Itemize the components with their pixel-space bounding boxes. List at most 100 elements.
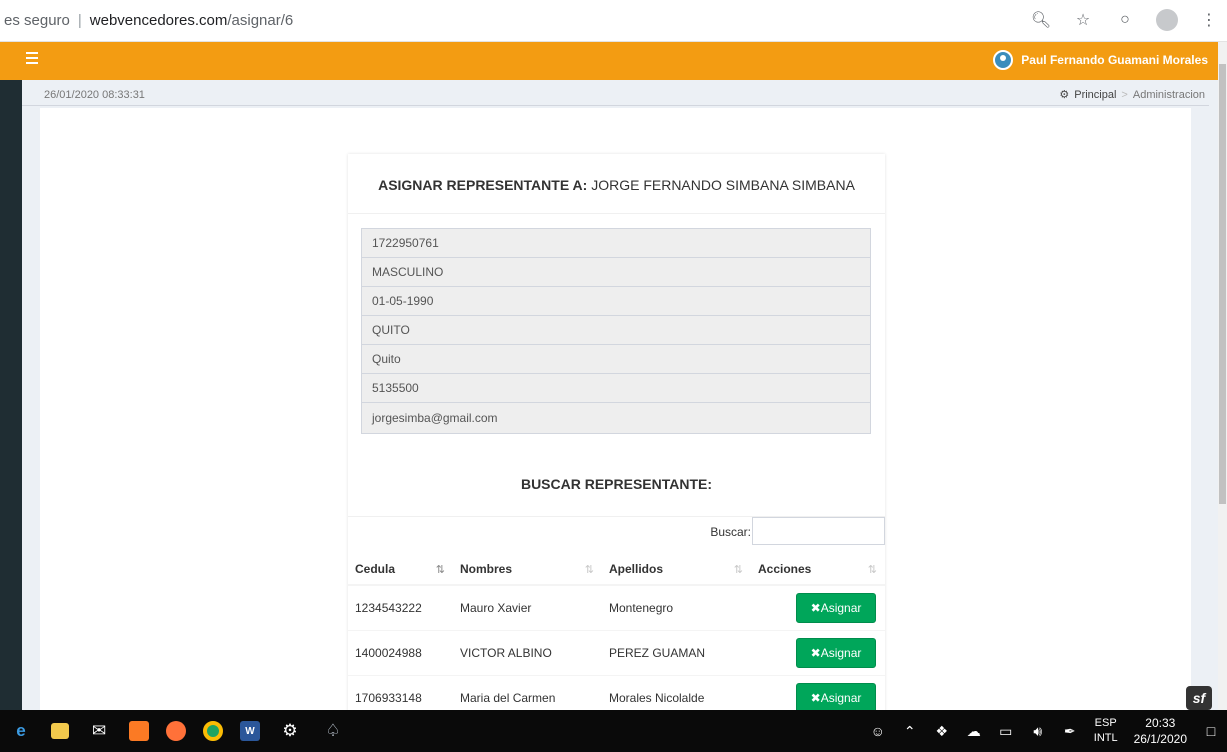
search-title: BUSCAR REPRESENTANTE:	[520, 476, 713, 492]
breadcrumb: ⚙ Principal > Administracion	[1059, 88, 1205, 102]
breadcrumb-separator: >	[1121, 88, 1128, 101]
asignar-button-label: Asignar	[820, 600, 862, 615]
cell-acciones: ✖Asignar	[751, 629, 885, 675]
cell-cedula: 1234543222	[348, 584, 453, 630]
handshake-icon: ✖	[810, 600, 821, 615]
sort-icon[interactable]: ⇅	[585, 563, 594, 576]
column-acciones[interactable]: Acciones ⇅	[751, 554, 885, 586]
asignar-button-label: Asignar	[820, 645, 862, 660]
star-icon[interactable]: ☆	[1071, 8, 1095, 32]
clock-time: 20:33	[1145, 716, 1176, 730]
asignar-button[interactable]: ✖Asignar	[796, 682, 876, 713]
sidebar-collapsed	[0, 80, 22, 710]
chrome-icon[interactable]	[203, 721, 223, 741]
handshake-icon: ✖	[810, 645, 821, 660]
dropbox-icon[interactable]: ❖	[934, 723, 950, 740]
paint-icon[interactable]: ♤	[320, 718, 346, 744]
card-title-name: JORGE FERNANDO SIMBANA SIMBANA	[591, 177, 855, 193]
file-explorer-icon[interactable]	[51, 723, 69, 739]
column-nombres-label: Nombres	[460, 562, 513, 576]
app-header: Paul Fernando Guamani Morales	[0, 42, 1218, 80]
scrollbar-thumb[interactable]	[1219, 64, 1226, 504]
language-bottom: INTL	[1093, 732, 1118, 744]
page-scrollbar[interactable]	[1218, 42, 1227, 710]
breadcrumb-principal[interactable]: Principal	[1074, 89, 1116, 101]
field-telefono: 5135500	[361, 373, 871, 403]
dashboard-icon: ⚙	[1059, 89, 1070, 101]
volume-icon[interactable]: 🔊︎	[1030, 723, 1046, 740]
battery-icon[interactable]: ▭	[998, 723, 1014, 740]
column-nombres[interactable]: Nombres ⇅	[453, 554, 602, 586]
sort-icon[interactable]: ⇅	[868, 563, 877, 576]
profile-icon[interactable]	[1155, 8, 1179, 32]
asignar-button[interactable]: ✖Asignar	[796, 592, 876, 623]
user-name: Paul Fernando Guamani Morales	[1021, 53, 1208, 67]
cell-nombres: Mauro Xavier	[453, 584, 602, 630]
table-row: 1234543222 Mauro Xavier Montenegro ✖Asig…	[348, 584, 885, 630]
person-fields: 1722950761 MASCULINO 01-05-1990 QUITO Qu…	[361, 228, 871, 434]
card-title-label: ASIGNAR REPRESENTANTE A:	[378, 177, 588, 193]
word-icon[interactable]: W	[240, 721, 260, 741]
cell-apellidos: PEREZ GUAMAN	[602, 629, 751, 675]
card-title: ASIGNAR REPRESENTANTE A: JORGE FERNANDO …	[348, 154, 885, 214]
hamburger-icon[interactable]	[26, 52, 38, 64]
column-apellidos-label: Apellidos	[609, 562, 664, 576]
field-email: jorgesimba@gmail.com	[361, 402, 871, 434]
representatives-table: Cedula ⇅ Nombres ⇅ Apellidos ⇅ Acciones ⇅ 12…	[348, 554, 885, 720]
search-input[interactable]	[752, 517, 885, 545]
sort-asc-icon[interactable]: ⇅	[436, 563, 445, 576]
windows-taskbar: e ✉ W ⚙ ♤ ☺ ⌃ ❖ ☁ ▭ 🔊︎ ✒ ESP INTL 20:33 …	[0, 710, 1227, 752]
clock[interactable]: 20:33 26/1/2020	[1134, 715, 1187, 747]
cell-apellidos: Montenegro	[602, 584, 751, 630]
field-fecha-nacimiento: 01-05-1990	[361, 286, 871, 316]
content-header: 26/01/2020 08:33:31 ⚙ Principal > Admini…	[22, 80, 1209, 106]
pen-icon[interactable]: ✒	[1062, 723, 1078, 740]
column-cedula-label: Cedula	[355, 562, 396, 576]
field-provincia: QUITO	[361, 315, 871, 345]
system-tray: ☺ ⌃ ❖ ☁ ▭ 🔊︎ ✒ ESP INTL 20:33 26/1/2020 …	[870, 715, 1219, 747]
address-bar[interactable]: es seguro | webvencedores.com/asignar/6	[4, 12, 293, 29]
clock-date: 26/1/2020	[1133, 732, 1187, 746]
search-label: Buscar:	[710, 525, 751, 539]
cell-nombres: VICTOR ALBINO	[453, 629, 602, 675]
column-apellidos[interactable]: Apellidos ⇅	[602, 554, 751, 586]
language-indicator[interactable]: ESP INTL	[1094, 716, 1118, 746]
field-ciudad: Quito	[361, 344, 871, 374]
cell-cedula: 1400024988	[348, 629, 453, 675]
security-label: es seguro	[4, 12, 70, 29]
browser-icons: 🔍︎ ☆ ○ ⋮	[1029, 8, 1221, 32]
language-top: ESP	[1094, 717, 1117, 729]
assign-card: ASIGNAR REPRESENTANTE A: JORGE FERNANDO …	[348, 154, 885, 720]
menu-dots-icon[interactable]: ⋮	[1197, 8, 1221, 32]
settings-icon[interactable]: ⚙	[277, 718, 303, 744]
asignar-button[interactable]: ✖Asignar	[796, 637, 876, 668]
onedrive-icon[interactable]: ☁	[966, 723, 982, 740]
field-cedula: 1722950761	[361, 228, 871, 258]
symfony-toolbar-icon[interactable]: sf	[1186, 686, 1212, 710]
zoom-icon[interactable]: 🔍︎	[1029, 8, 1053, 32]
table-header-row: Cedula ⇅ Nombres ⇅ Apellidos ⇅ Acciones ⇅	[348, 554, 885, 586]
taskbar-apps: e ✉ W ⚙ ♤	[8, 718, 346, 744]
url-separator: |	[77, 12, 82, 29]
url-host: webvencedores.com	[89, 12, 228, 29]
search-row: Buscar:	[348, 516, 885, 546]
column-cedula[interactable]: Cedula ⇅	[348, 554, 453, 586]
sort-icon[interactable]: ⇅	[734, 563, 743, 576]
asignar-button-label: Asignar	[820, 690, 862, 705]
breadcrumb-administracion: Administracion	[1132, 88, 1205, 101]
handshake-icon: ✖	[810, 690, 821, 705]
xampp-icon[interactable]	[129, 721, 149, 741]
firefox-icon[interactable]	[166, 721, 186, 741]
column-acciones-label: Acciones	[758, 562, 812, 576]
current-datetime: 26/01/2020 08:33:31	[44, 89, 145, 101]
chevron-up-icon[interactable]: ⌃	[902, 723, 918, 740]
edge-icon[interactable]: e	[8, 718, 34, 744]
user-menu[interactable]: Paul Fernando Guamani Morales	[993, 50, 1208, 70]
shield-extension-icon[interactable]: ○	[1113, 8, 1137, 32]
browser-bar: es seguro | webvencedores.com/asignar/6 🔍︎…	[0, 0, 1227, 42]
people-icon[interactable]: ☺	[870, 723, 886, 739]
cell-acciones: ✖Asignar	[751, 584, 885, 630]
notifications-icon[interactable]: □	[1203, 723, 1219, 739]
mail-icon[interactable]: ✉	[86, 718, 112, 744]
url-path: /asignar/6	[227, 12, 294, 29]
